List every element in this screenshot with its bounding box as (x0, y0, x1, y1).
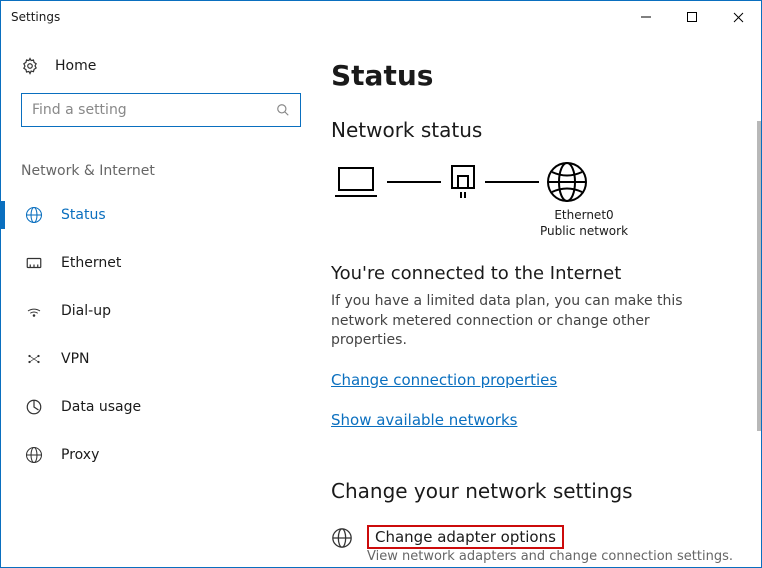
vpn-icon (25, 350, 43, 368)
globe-icon (25, 446, 43, 464)
change-connection-properties-link[interactable]: Change connection properties (331, 371, 557, 389)
sidebar-item-status[interactable]: Status (21, 191, 311, 239)
ethernet-icon (25, 254, 43, 272)
network-type: Public network (431, 224, 737, 240)
sidebar: Home Network & Internet Status Ethernet (1, 33, 331, 567)
adapter-name: Ethernet0 (431, 208, 737, 224)
globe-icon (545, 160, 589, 204)
globe-icon (25, 206, 43, 224)
scrollbar-thumb[interactable] (757, 121, 761, 431)
home-button[interactable]: Home (21, 57, 311, 75)
connected-body: If you have a limited data plan, you can… (331, 292, 737, 351)
scrollbar[interactable] (753, 33, 761, 567)
sidebar-item-dial-up[interactable]: Dial-up (21, 287, 311, 335)
diagram-caption: Ethernet0 Public network (331, 208, 737, 239)
sidebar-item-vpn[interactable]: VPN (21, 335, 311, 383)
dial-up-icon (25, 302, 43, 320)
section-title: Network & Internet (21, 163, 311, 179)
data-usage-icon (25, 398, 43, 416)
show-available-networks-link[interactable]: Show available networks (331, 411, 517, 429)
search-input[interactable] (32, 102, 276, 118)
network-status-heading: Network status (331, 118, 737, 142)
network-diagram (331, 160, 737, 204)
sidebar-item-label: Data usage (61, 399, 141, 415)
adapter-icon (447, 162, 479, 202)
search-input-wrapper[interactable] (21, 93, 301, 127)
connector-line (485, 181, 539, 183)
connector-line (387, 181, 441, 183)
change-adapter-options[interactable]: Change adapter options View network adap… (331, 525, 737, 564)
laptop-icon (331, 162, 381, 202)
adapter-options-icon (331, 525, 353, 549)
change-settings-heading: Change your network settings (331, 479, 737, 503)
adapter-options-desc: View network adapters and change connect… (367, 549, 733, 564)
maximize-button[interactable] (669, 1, 715, 33)
window-title: Settings (11, 10, 623, 24)
adapter-options-title: Change adapter options (367, 525, 564, 549)
window-controls (623, 1, 761, 33)
minimize-button[interactable] (623, 1, 669, 33)
sidebar-item-ethernet[interactable]: Ethernet (21, 239, 311, 287)
sidebar-item-label: Proxy (61, 447, 99, 463)
home-label: Home (55, 58, 96, 74)
sidebar-item-label: Ethernet (61, 255, 121, 271)
sidebar-item-label: VPN (61, 351, 90, 367)
search-icon (276, 103, 290, 117)
close-button[interactable] (715, 1, 761, 33)
titlebar: Settings (1, 1, 761, 33)
sidebar-item-label: Status (61, 207, 106, 223)
page-title: Status (331, 59, 737, 92)
content-pane: Status Network status Ethernet0 Public n… (331, 33, 761, 567)
gear-icon (21, 57, 39, 75)
connected-heading: You're connected to the Internet (331, 263, 737, 284)
sidebar-item-label: Dial-up (61, 303, 111, 319)
sidebar-item-data-usage[interactable]: Data usage (21, 383, 311, 431)
sidebar-item-proxy[interactable]: Proxy (21, 431, 311, 479)
